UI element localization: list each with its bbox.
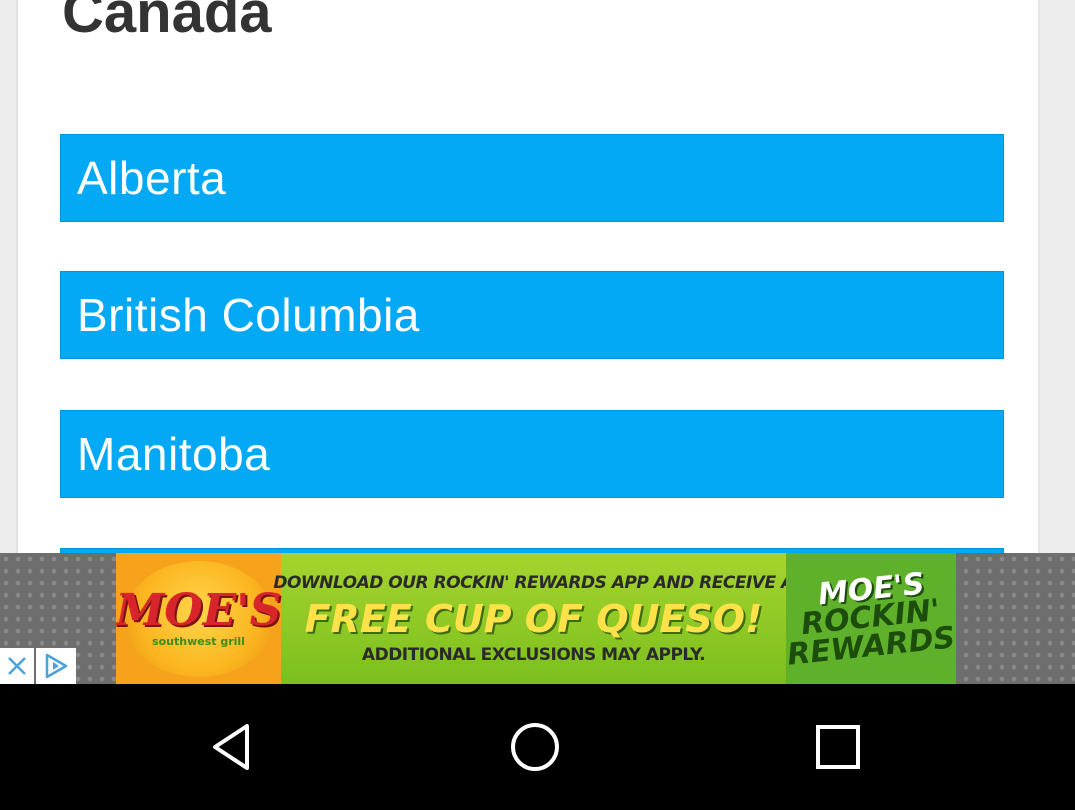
ad-disclaimer: ADDITIONAL EXCLUSIONS MAY APPLY. <box>361 644 706 665</box>
ad-close-button[interactable] <box>0 648 34 684</box>
ad-headline: DOWNLOAD OUR ROCKIN' REWARDS APP AND REC… <box>273 572 794 593</box>
ad-copy: DOWNLOAD OUR ROCKIN' REWARDS APP AND REC… <box>273 553 794 684</box>
region-button-alberta[interactable]: Alberta <box>60 134 1004 222</box>
ad-logo-subtext: southwest grill <box>152 635 245 648</box>
nav-home-button[interactable] <box>475 684 595 810</box>
ad-rewards-badge: MOE'S ROCKIN' REWARDS <box>785 553 956 684</box>
back-triangle-icon <box>213 724 249 770</box>
region-button-label: British Columbia <box>77 289 420 341</box>
page-title: Canada <box>62 0 272 45</box>
home-circle-icon <box>511 723 559 771</box>
region-button-label: Alberta <box>77 152 227 204</box>
ad-logo: MOE'S southwest grill <box>116 553 281 684</box>
system-navigation-bar <box>0 684 1075 810</box>
region-button-british-columbia[interactable]: British Columbia <box>60 271 1004 359</box>
ad-banner[interactable]: MOE'S southwest grill DOWNLOAD OUR ROCKI… <box>116 553 956 684</box>
region-button-label: Manitoba <box>77 428 271 480</box>
region-button-manitoba[interactable]: Manitoba <box>60 410 1004 498</box>
nav-back-button[interactable] <box>173 684 293 810</box>
ad-choices-icon <box>45 653 68 679</box>
ad-logo-text: MOE'S <box>116 585 282 636</box>
ad-logo-badge: MOE'S southwest grill <box>116 560 281 677</box>
ad-choices-button[interactable] <box>36 648 76 684</box>
recents-square-icon <box>816 725 860 769</box>
ad-bar: MOE'S southwest grill DOWNLOAD OUR ROCKI… <box>0 553 1075 684</box>
nav-recents-button[interactable] <box>778 684 898 810</box>
ad-offer: FREE CUP OF QUESO! <box>304 596 763 641</box>
close-icon <box>8 657 26 675</box>
content-card: Canada Alberta British Columbia Manitoba <box>16 0 1040 553</box>
